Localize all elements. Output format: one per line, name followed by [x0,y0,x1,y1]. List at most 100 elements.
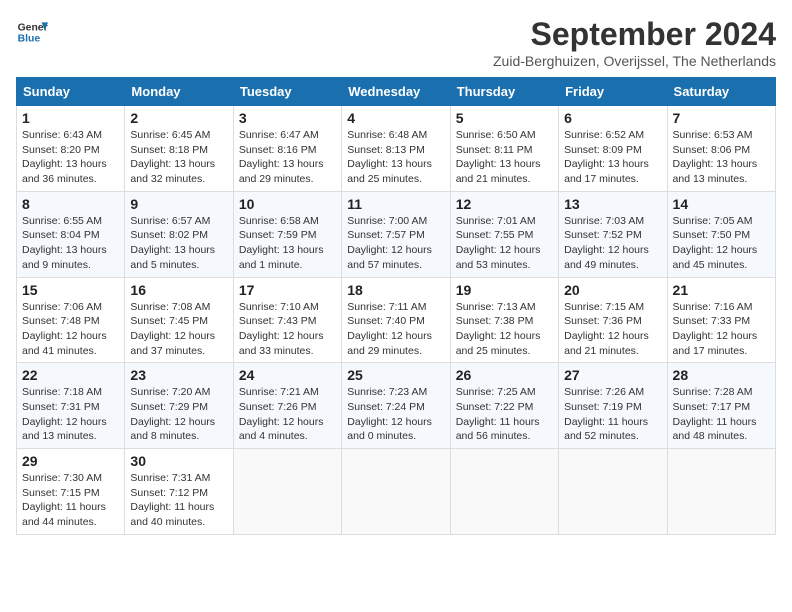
header-saturday: Saturday [667,78,775,106]
calendar-cell: 4Sunrise: 6:48 AM Sunset: 8:13 PM Daylig… [342,106,450,192]
calendar-cell [233,449,341,535]
day-number: 22 [22,367,119,383]
calendar-week-row: 29 Sunrise: 7:30 AM Sunset: 7:15 PM Dayli… [17,449,776,535]
calendar-cell: 5 Sunrise: 6:50 AM Sunset: 8:11 PM Daylig… [450,106,558,192]
location-subtitle: Zuid-Berghuizen, Overijssel, The Netherl… [493,53,776,69]
day-info: Sunrise: 6:58 AM Sunset: 7:59 PM Dayligh… [239,214,336,273]
header-monday: Monday [125,78,233,106]
day-info: Sunrise: 7:13 AM Sunset: 7:38 PM Dayligh… [456,300,553,359]
day-number: 9 [130,196,227,212]
calendar-cell: 24 Sunrise: 7:21 AM Sunset: 7:26 PM Dayli… [233,363,341,449]
calendar-cell [667,449,775,535]
calendar-cell: 19Sunrise: 7:13 AM Sunset: 7:38 PM Dayli… [450,277,558,363]
day-info: Sunrise: 7:11 AM Sunset: 7:40 PM Dayligh… [347,300,444,359]
calendar-cell: 8 Sunrise: 6:55 AM Sunset: 8:04 PM Daylig… [17,191,125,277]
day-number: 14 [673,196,770,212]
calendar-cell [450,449,558,535]
day-number: 16 [130,282,227,298]
calendar-cell: 14 Sunrise: 7:05 AM Sunset: 7:50 PM Dayli… [667,191,775,277]
day-number: 5 [456,110,553,126]
calendar-cell: 30 Sunrise: 7:31 AM Sunset: 7:12 PM Dayli… [125,449,233,535]
day-number: 8 [22,196,119,212]
calendar-cell: 29 Sunrise: 7:30 AM Sunset: 7:15 PM Dayli… [17,449,125,535]
day-number: 11 [347,196,444,212]
day-info: Sunrise: 7:00 AM Sunset: 7:57 PM Dayligh… [347,214,444,273]
calendar-cell: 6Sunrise: 6:52 AM Sunset: 8:09 PM Daylig… [559,106,667,192]
calendar-cell: 16 Sunrise: 7:08 AM Sunset: 7:45 PM Dayli… [125,277,233,363]
day-number: 7 [673,110,770,126]
day-info: Sunrise: 7:16 AM Sunset: 7:33 PM Dayligh… [673,300,770,359]
day-info: Sunrise: 7:15 AM Sunset: 7:36 PM Dayligh… [564,300,661,359]
day-number: 1 [22,110,119,126]
calendar-cell: 11 Sunrise: 7:00 AM Sunset: 7:57 PM Dayli… [342,191,450,277]
day-info: Sunrise: 6:47 AM Sunset: 8:16 PM Dayligh… [239,128,336,187]
day-info: Sunrise: 7:31 AM Sunset: 7:12 PM Dayligh… [130,471,227,530]
day-number: 4 [347,110,444,126]
day-number: 30 [130,453,227,469]
title-area: September 2024 Zuid-Berghuizen, Overijss… [493,16,776,69]
day-info: Sunrise: 7:25 AM Sunset: 7:22 PM Dayligh… [456,385,553,444]
day-info: Sunrise: 7:20 AM Sunset: 7:29 PM Dayligh… [130,385,227,444]
calendar-cell: 25 Sunrise: 7:23 AM Sunset: 7:24 PM Dayli… [342,363,450,449]
calendar-table: SundayMondayTuesdayWednesdayThursdayFrid… [16,77,776,535]
day-info: Sunrise: 6:53 AM Sunset: 8:06 PM Dayligh… [673,128,770,187]
day-info: Sunrise: 7:23 AM Sunset: 7:24 PM Dayligh… [347,385,444,444]
calendar-week-row: 22 Sunrise: 7:18 AM Sunset: 7:31 PM Dayli… [17,363,776,449]
month-title: September 2024 [493,16,776,53]
calendar-cell: 17Sunrise: 7:10 AM Sunset: 7:43 PM Dayli… [233,277,341,363]
day-number: 28 [673,367,770,383]
calendar-cell: 15 Sunrise: 7:06 AM Sunset: 7:48 PM Dayli… [17,277,125,363]
logo: General Blue [16,16,48,48]
calendar-cell: 3 Sunrise: 6:47 AM Sunset: 8:16 PM Daylig… [233,106,341,192]
calendar-cell: 12 Sunrise: 7:01 AM Sunset: 7:55 PM Dayli… [450,191,558,277]
day-number: 20 [564,282,661,298]
calendar-cell [342,449,450,535]
day-info: Sunrise: 7:06 AM Sunset: 7:48 PM Dayligh… [22,300,119,359]
header-sunday: Sunday [17,78,125,106]
calendar-cell: 26 Sunrise: 7:25 AM Sunset: 7:22 PM Dayli… [450,363,558,449]
day-number: 10 [239,196,336,212]
calendar-cell: 20 Sunrise: 7:15 AM Sunset: 7:36 PM Dayli… [559,277,667,363]
day-number: 29 [22,453,119,469]
day-info: Sunrise: 7:03 AM Sunset: 7:52 PM Dayligh… [564,214,661,273]
day-info: Sunrise: 7:30 AM Sunset: 7:15 PM Dayligh… [22,471,119,530]
day-info: Sunrise: 7:28 AM Sunset: 7:17 PM Dayligh… [673,385,770,444]
day-number: 23 [130,367,227,383]
calendar-cell: 27Sunrise: 7:26 AM Sunset: 7:19 PM Dayli… [559,363,667,449]
day-info: Sunrise: 7:18 AM Sunset: 7:31 PM Dayligh… [22,385,119,444]
logo-icon: General Blue [16,16,48,48]
day-number: 6 [564,110,661,126]
day-info: Sunrise: 6:43 AM Sunset: 8:20 PM Dayligh… [22,128,119,187]
day-number: 26 [456,367,553,383]
day-info: Sunrise: 7:21 AM Sunset: 7:26 PM Dayligh… [239,385,336,444]
calendar-cell: 1 Sunrise: 6:43 AM Sunset: 8:20 PM Daylig… [17,106,125,192]
day-number: 3 [239,110,336,126]
calendar-cell: 13 Sunrise: 7:03 AM Sunset: 7:52 PM Dayli… [559,191,667,277]
day-info: Sunrise: 6:50 AM Sunset: 8:11 PM Dayligh… [456,128,553,187]
calendar-cell [559,449,667,535]
day-number: 18 [347,282,444,298]
calendar-cell: 7 Sunrise: 6:53 AM Sunset: 8:06 PM Daylig… [667,106,775,192]
day-info: Sunrise: 7:10 AM Sunset: 7:43 PM Dayligh… [239,300,336,359]
day-number: 13 [564,196,661,212]
header-tuesday: Tuesday [233,78,341,106]
calendar-cell: 18 Sunrise: 7:11 AM Sunset: 7:40 PM Dayli… [342,277,450,363]
day-number: 15 [22,282,119,298]
calendar-week-row: 1 Sunrise: 6:43 AM Sunset: 8:20 PM Daylig… [17,106,776,192]
calendar-week-row: 8 Sunrise: 6:55 AM Sunset: 8:04 PM Daylig… [17,191,776,277]
header-friday: Friday [559,78,667,106]
day-number: 27 [564,367,661,383]
day-info: Sunrise: 6:57 AM Sunset: 8:02 PM Dayligh… [130,214,227,273]
header-thursday: Thursday [450,78,558,106]
day-number: 12 [456,196,553,212]
calendar-week-row: 15 Sunrise: 7:06 AM Sunset: 7:48 PM Dayli… [17,277,776,363]
calendar-cell: 22 Sunrise: 7:18 AM Sunset: 7:31 PM Dayli… [17,363,125,449]
day-info: Sunrise: 6:55 AM Sunset: 8:04 PM Dayligh… [22,214,119,273]
day-info: Sunrise: 7:08 AM Sunset: 7:45 PM Dayligh… [130,300,227,359]
day-number: 25 [347,367,444,383]
day-number: 21 [673,282,770,298]
day-number: 2 [130,110,227,126]
day-info: Sunrise: 7:01 AM Sunset: 7:55 PM Dayligh… [456,214,553,273]
day-number: 24 [239,367,336,383]
day-info: Sunrise: 7:05 AM Sunset: 7:50 PM Dayligh… [673,214,770,273]
